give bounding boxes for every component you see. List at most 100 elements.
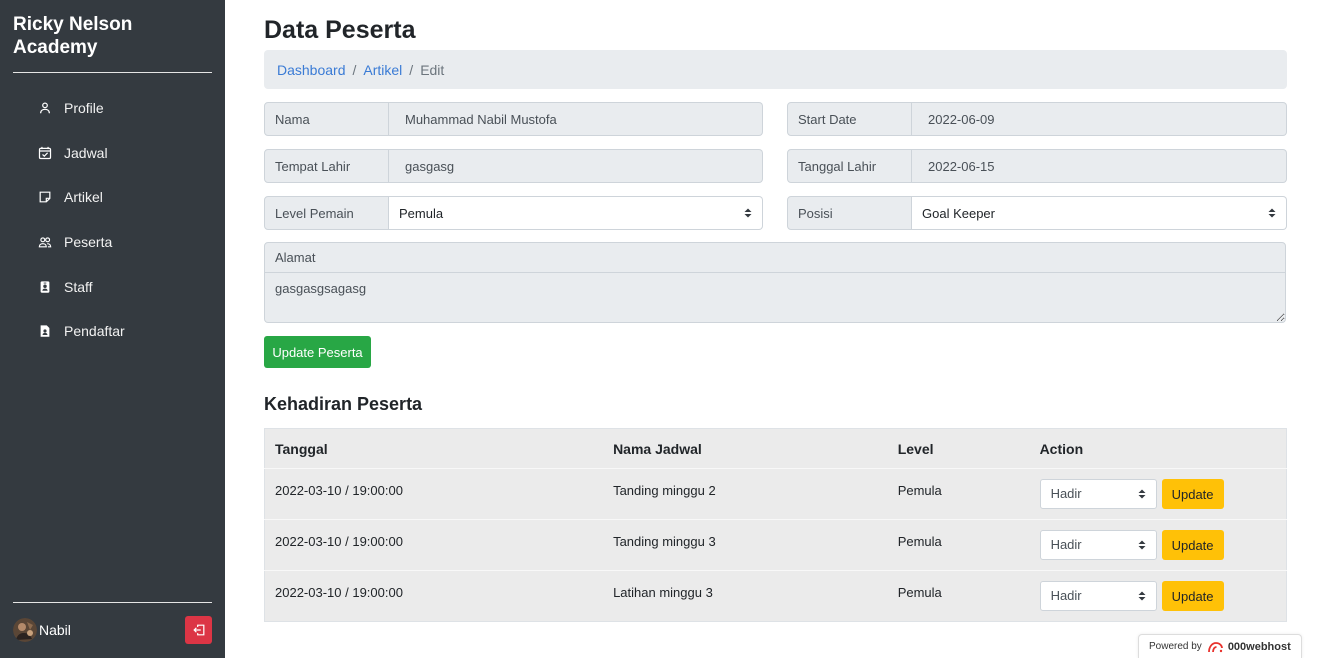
webhost-brand: 000webhost xyxy=(1227,640,1291,653)
update-attendance-button[interactable]: Update xyxy=(1161,530,1224,560)
posisi-label: Posisi xyxy=(787,196,912,230)
breadcrumb-artikel-link[interactable]: Artikel xyxy=(363,62,402,78)
start-date-group: Start Date xyxy=(787,102,1287,136)
page-title: Data Peserta xyxy=(264,16,416,44)
action-group: Hadir Update xyxy=(1039,581,1276,611)
person-badge-icon xyxy=(38,280,52,294)
sidebar-item-label: Peserta xyxy=(64,234,113,251)
sidebar-item-label: Jadwal xyxy=(64,144,108,161)
person-icon xyxy=(38,101,52,115)
sidebar-item-pendaftar[interactable]: Pendaftar xyxy=(0,309,225,354)
cell-action: Hadir Update xyxy=(1029,468,1287,520)
webhost-logo-icon xyxy=(1207,640,1225,654)
cell-level: Pemula xyxy=(887,570,1030,622)
breadcrumb-separator: / xyxy=(352,61,357,78)
status-selected: Hadir xyxy=(1050,486,1082,501)
column-header-tanggal: Tanggal xyxy=(264,428,604,469)
status-select[interactable]: Hadir xyxy=(1039,530,1157,560)
brand-title: Ricky Nelson Academy xyxy=(13,14,133,58)
powered-by-badge[interactable]: Powered by 000webhost xyxy=(1138,634,1302,658)
sticky-note-icon xyxy=(38,190,52,204)
cell-action: Hadir Update xyxy=(1029,570,1287,622)
attendance-table: Tanggal Nama Jadwal Level Action 2022-03… xyxy=(264,428,1287,622)
column-header-level: Level xyxy=(887,428,1030,469)
tempat-lahir-label: Tempat Lahir xyxy=(264,149,389,183)
column-header-action: Action xyxy=(1029,428,1287,469)
alamat-label: Alamat xyxy=(264,242,1286,273)
people-icon xyxy=(38,235,52,249)
start-date-field[interactable] xyxy=(912,102,1287,136)
cell-tanggal: 2022-03-10 / 19:00:00 xyxy=(264,519,604,571)
status-select[interactable]: Hadir xyxy=(1039,581,1157,611)
calendar-check-icon xyxy=(38,146,52,160)
table-row: 2022-03-10 / 19:00:00 Tanding minggu 2 P… xyxy=(264,468,1287,520)
breadcrumb: Dashboard / Artikel / Edit xyxy=(264,50,1287,89)
level-pemain-selected: Pemula xyxy=(399,205,444,221)
tempat-lahir-field[interactable] xyxy=(389,149,763,183)
sidebar-item-jadwal[interactable]: Jadwal xyxy=(0,131,225,176)
level-pemain-group: Level Pemain Pemula xyxy=(264,196,763,230)
select-arrows-icon xyxy=(1138,540,1146,550)
sidebar-item-artikel[interactable]: Artikel xyxy=(0,175,225,220)
cell-nama-jadwal: Tanding minggu 2 xyxy=(603,468,888,520)
action-group: Hadir Update xyxy=(1039,530,1276,560)
sidebar-item-label: Staff xyxy=(64,278,93,295)
user-name: Nabil xyxy=(39,622,71,638)
cell-tanggal: 2022-03-10 / 19:00:00 xyxy=(264,570,604,622)
posisi-selected: Goal Keeper xyxy=(922,205,995,221)
status-select[interactable]: Hadir xyxy=(1039,479,1157,509)
nama-label: Nama xyxy=(264,102,389,136)
breadcrumb-current: Edit xyxy=(420,61,445,78)
table-row: 2022-03-10 / 19:00:00 Tanding minggu 3 P… xyxy=(264,519,1287,571)
tempat-lahir-group: Tempat Lahir xyxy=(264,149,763,183)
status-selected: Hadir xyxy=(1050,537,1082,552)
tanggal-lahir-label: Tanggal Lahir xyxy=(787,149,912,183)
cell-level: Pemula xyxy=(887,519,1030,571)
sidebar-menu: Profile Jadwal Artikel Peserta Staff Pen… xyxy=(0,86,225,354)
level-pemain-select[interactable]: Pemula xyxy=(389,196,763,230)
avatar xyxy=(13,618,37,642)
breadcrumb-separator: / xyxy=(409,61,414,78)
action-group: Hadir Update xyxy=(1039,479,1276,509)
start-date-label: Start Date xyxy=(787,102,912,136)
level-pemain-label: Level Pemain xyxy=(264,196,389,230)
nama-field[interactable] xyxy=(389,102,763,136)
tanggal-lahir-group: Tanggal Lahir xyxy=(787,149,1287,183)
sidebar-item-profile[interactable]: Profile xyxy=(0,86,225,131)
sidebar-item-label: Profile xyxy=(64,100,104,117)
sidebar-item-label: Pendaftar xyxy=(64,323,125,340)
powered-by-text: Powered by xyxy=(1149,641,1202,652)
select-arrows-icon xyxy=(744,208,752,218)
tanggal-lahir-field[interactable] xyxy=(912,149,1287,183)
sidebar-item-peserta[interactable]: Peserta xyxy=(0,220,225,265)
cell-level: Pemula xyxy=(887,468,1030,520)
attendance-heading: Kehadiran Peserta xyxy=(264,394,423,414)
table-header-row: Tanggal Nama Jadwal Level Action xyxy=(264,428,1287,469)
sidebar: Ricky Nelson Academy Profile Jadwal Arti… xyxy=(0,0,225,658)
user-profile[interactable]: Nabil xyxy=(13,618,71,642)
select-arrows-icon xyxy=(1138,591,1146,601)
sidebar-divider-bottom xyxy=(13,602,212,603)
status-selected: Hadir xyxy=(1050,588,1082,603)
sidebar-divider-top xyxy=(13,72,212,73)
update-peserta-button[interactable]: Update Peserta xyxy=(264,336,371,368)
cell-tanggal: 2022-03-10 / 19:00:00 xyxy=(264,468,604,520)
sidebar-item-staff[interactable]: Staff xyxy=(0,264,225,309)
update-attendance-button[interactable]: Update xyxy=(1161,479,1224,509)
logout-icon xyxy=(192,623,206,637)
alamat-field[interactable]: gasgasgsagasg xyxy=(264,273,1286,323)
table-row: 2022-03-10 / 19:00:00 Latihan minggu 3 P… xyxy=(264,570,1287,622)
sidebar-item-label: Artikel xyxy=(64,189,103,206)
posisi-select[interactable]: Goal Keeper xyxy=(912,196,1287,230)
cell-nama-jadwal: Tanding minggu 3 xyxy=(603,519,888,571)
update-attendance-button[interactable]: Update xyxy=(1161,581,1224,611)
cell-action: Hadir Update xyxy=(1029,519,1287,571)
logout-button[interactable] xyxy=(185,616,212,644)
posisi-group: Posisi Goal Keeper xyxy=(787,196,1287,230)
select-arrows-icon xyxy=(1138,489,1146,499)
file-person-icon xyxy=(38,324,52,338)
nama-group: Nama xyxy=(264,102,763,136)
select-arrows-icon xyxy=(1268,208,1276,218)
breadcrumb-dashboard-link[interactable]: Dashboard xyxy=(277,62,346,78)
cell-nama-jadwal: Latihan minggu 3 xyxy=(603,570,888,622)
